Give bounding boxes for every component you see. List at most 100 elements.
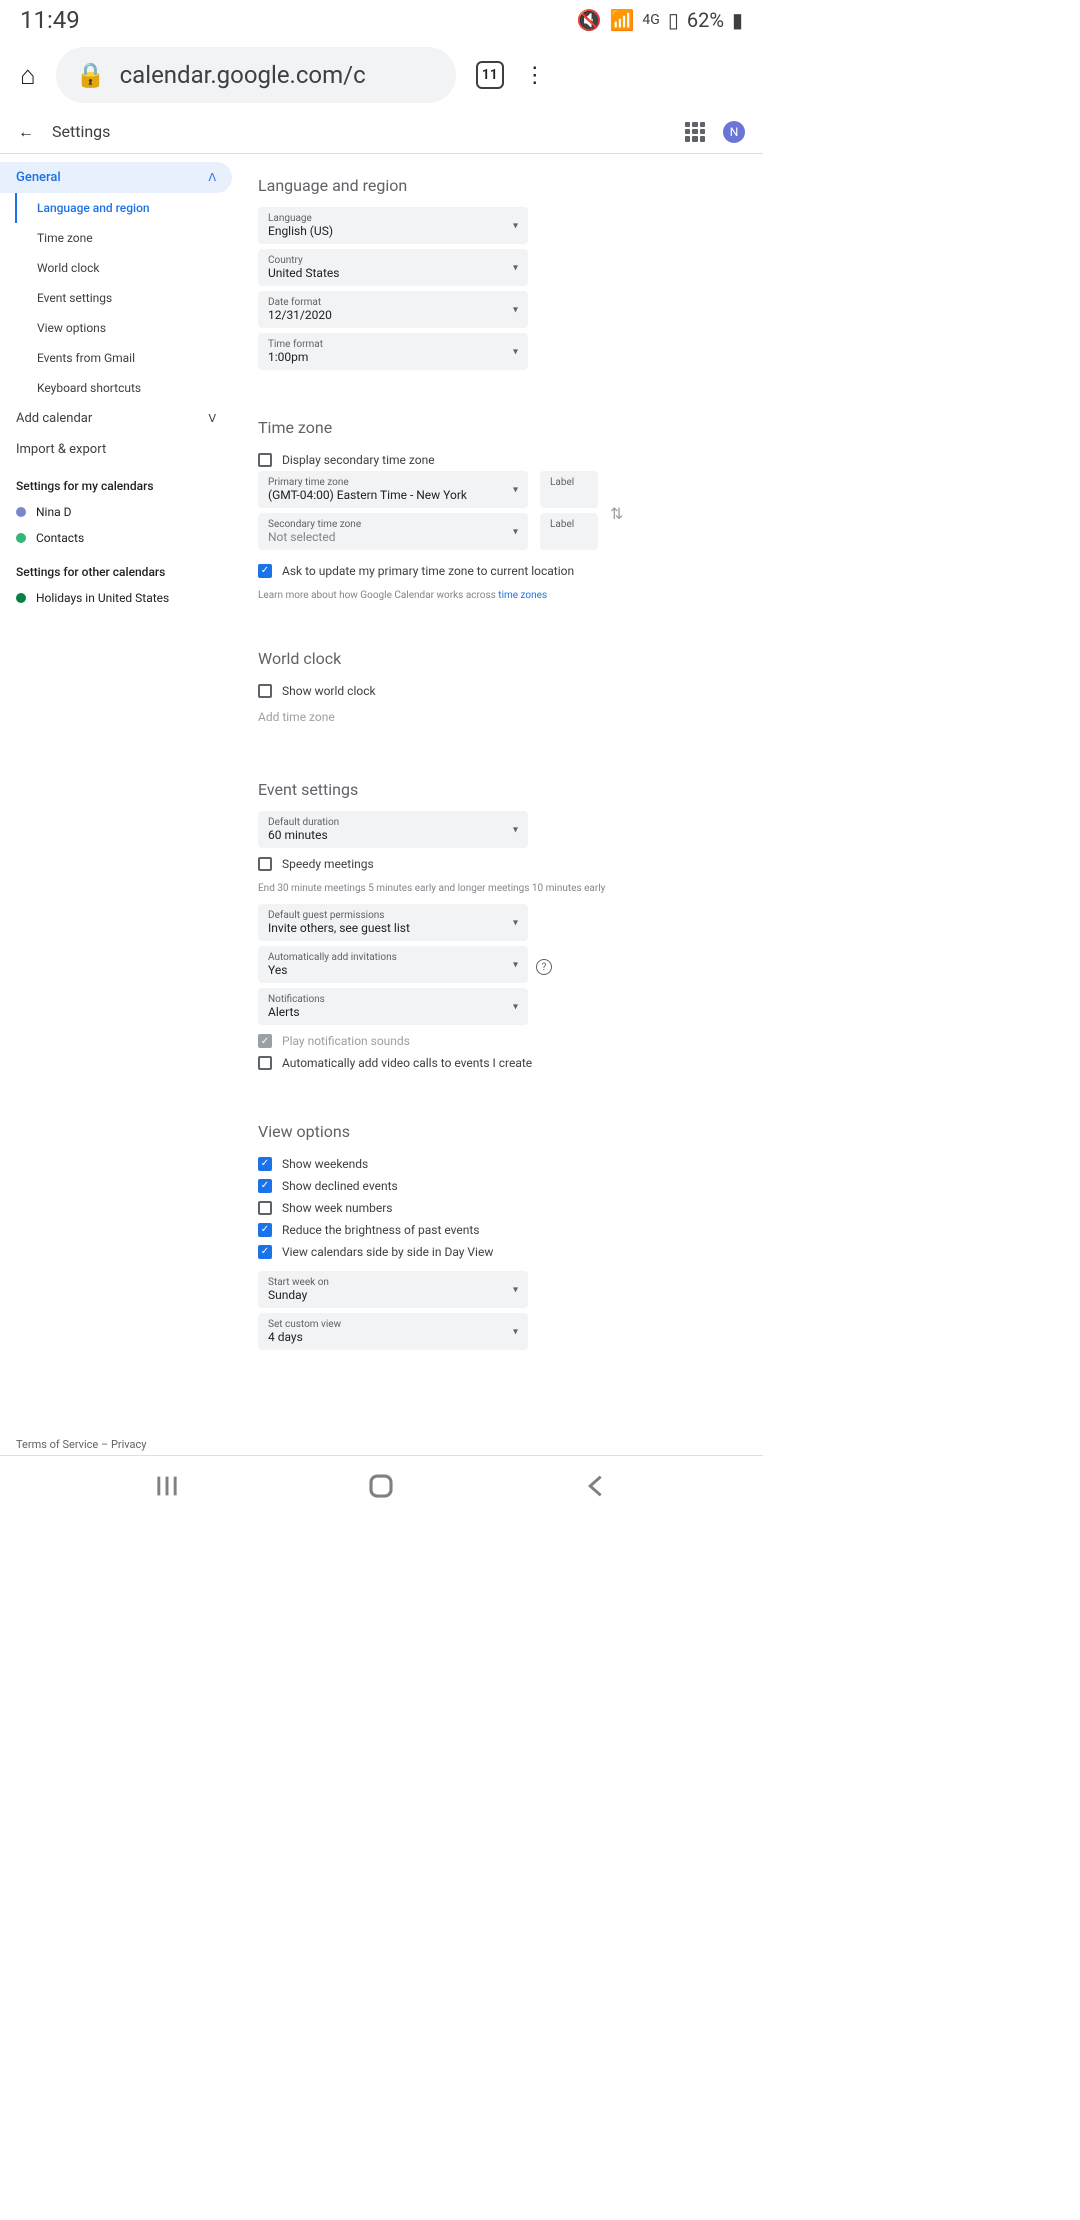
sidebar-calendar-nina[interactable]: Nina D: [0, 499, 232, 525]
sidebar-add-calendar[interactable]: Add calendar ᐯ: [0, 403, 232, 434]
battery-text: 62%: [687, 8, 724, 32]
section-world-clock: World clock: [258, 649, 743, 668]
section-language-region: Language and region: [258, 176, 743, 195]
checkbox-icon: ✓: [258, 1245, 272, 1259]
sidebar-import-export[interactable]: Import & export: [0, 434, 232, 465]
dropdown-arrow-icon: ▾: [513, 1001, 518, 1012]
language-dropdown[interactable]: Language English (US) ▾: [258, 207, 528, 244]
show-week-numbers-checkbox[interactable]: Show week numbers: [258, 1197, 743, 1219]
section-time-zone: Time zone: [258, 418, 743, 437]
tz-hint: Learn more about how Google Calendar wor…: [258, 590, 743, 601]
dropdown-arrow-icon: ▾: [513, 220, 518, 231]
checkbox-icon: [258, 453, 272, 467]
checkbox-icon: ✓: [258, 564, 272, 578]
android-nav-bar: [0, 1456, 763, 1516]
mute-icon: 🔇: [577, 8, 602, 32]
home-icon[interactable]: ⌂: [20, 60, 36, 91]
dropdown-arrow-icon: ▾: [513, 346, 518, 357]
side-by-side-checkbox[interactable]: ✓ View calendars side by side in Day Vie…: [258, 1241, 743, 1263]
sidebar-calendar-contacts[interactable]: Contacts: [0, 525, 232, 551]
android-status-bar: 11:49 🔇 📶 4G ▯ 62% ▮: [0, 0, 763, 40]
calendar-color-dot: [16, 593, 26, 603]
privacy-link[interactable]: Privacy: [111, 1438, 147, 1451]
speedy-meetings-checkbox[interactable]: Speedy meetings: [258, 853, 743, 875]
sidebar-general[interactable]: General ᐱ: [0, 162, 232, 193]
speedy-hint: End 30 minute meetings 5 minutes early a…: [258, 883, 743, 894]
tz-hint-link[interactable]: time zones: [498, 590, 547, 601]
dropdown-arrow-icon: ▾: [513, 1284, 518, 1295]
status-time: 11:49: [20, 6, 80, 34]
primary-tz-dropdown[interactable]: Primary time zone (GMT-04:00) Eastern Ti…: [258, 471, 528, 508]
sidebar-general-subitems: Language and region Time zone World cloc…: [17, 193, 232, 403]
sidebar-item-event-settings[interactable]: Event settings: [17, 283, 232, 313]
sidebar-item-time-zone[interactable]: Time zone: [17, 223, 232, 253]
checkbox-icon: ✓: [258, 1157, 272, 1171]
calendar-color-dot: [16, 507, 26, 517]
checkbox-icon: [258, 1056, 272, 1070]
dropdown-arrow-icon: ▾: [513, 304, 518, 315]
back-arrow-icon[interactable]: ←: [18, 122, 34, 142]
tos-link[interactable]: Terms of Service: [16, 1438, 98, 1451]
auto-video-checkbox[interactable]: Automatically add video calls to events …: [258, 1052, 743, 1074]
add-time-zone-link: Add time zone: [258, 702, 743, 732]
dropdown-arrow-icon: ▾: [513, 262, 518, 273]
tab-switcher[interactable]: 11: [476, 61, 504, 89]
play-sounds-checkbox: ✓ Play notification sounds: [258, 1030, 743, 1052]
dropdown-arrow-icon: ▾: [513, 917, 518, 928]
time-format-dropdown[interactable]: Time format 1:00pm ▾: [258, 333, 528, 370]
url-bar[interactable]: 🔒 calendar.google.com/c: [56, 47, 456, 103]
settings-content: Language and region Language English (US…: [240, 154, 763, 1455]
recents-icon[interactable]: [153, 1472, 181, 1500]
sidebar-item-keyboard-shortcuts[interactable]: Keyboard shortcuts: [17, 373, 232, 403]
apps-grid-icon[interactable]: [685, 122, 705, 142]
overflow-menu-icon[interactable]: ⋮: [524, 63, 546, 88]
sidebar-other-calendars-heading: Settings for other calendars: [0, 551, 232, 585]
sidebar-item-world-clock[interactable]: World clock: [17, 253, 232, 283]
sidebar-item-view-options[interactable]: View options: [17, 313, 232, 343]
dropdown-arrow-icon: ▾: [513, 526, 518, 537]
default-duration-dropdown[interactable]: Default duration 60 minutes ▾: [258, 811, 528, 848]
swap-icon[interactable]: ⇅: [610, 504, 623, 523]
show-declined-checkbox[interactable]: ✓ Show declined events: [258, 1175, 743, 1197]
secondary-tz-dropdown: Secondary time zone Not selected ▾: [258, 513, 528, 550]
battery-icon: ▮: [732, 8, 743, 32]
country-dropdown[interactable]: Country United States ▾: [258, 249, 528, 286]
sidebar-calendar-holidays[interactable]: Holidays in United States: [0, 585, 232, 611]
custom-view-dropdown[interactable]: Set custom view 4 days ▾: [258, 1313, 528, 1350]
help-icon[interactable]: ?: [536, 959, 552, 975]
start-week-dropdown[interactable]: Start week on Sunday ▾: [258, 1271, 528, 1308]
back-nav-icon[interactable]: [582, 1472, 610, 1500]
dropdown-arrow-icon: ▾: [513, 484, 518, 495]
guest-permissions-dropdown[interactable]: Default guest permissions Invite others,…: [258, 904, 528, 941]
section-event-settings: Event settings: [258, 780, 743, 799]
main-area: General ᐱ Language and region Time zone …: [0, 154, 763, 1456]
auto-add-invitations-dropdown[interactable]: Automatically add invitations Yes ▾: [258, 946, 528, 983]
url-text: calendar.google.com/c: [120, 61, 366, 89]
calendar-color-dot: [16, 533, 26, 543]
secondary-tz-checkbox[interactable]: Display secondary time zone: [258, 449, 743, 471]
checkbox-icon: [258, 1201, 272, 1215]
chevron-up-icon: ᐱ: [208, 171, 216, 184]
sidebar-my-calendars-heading: Settings for my calendars: [0, 465, 232, 499]
show-weekends-checkbox[interactable]: ✓ Show weekends: [258, 1153, 743, 1175]
date-format-dropdown[interactable]: Date format 12/31/2020 ▾: [258, 291, 528, 328]
reduce-brightness-checkbox[interactable]: ✓ Reduce the brightness of past events: [258, 1219, 743, 1241]
page-title: Settings: [52, 122, 110, 141]
chevron-down-icon: ᐯ: [208, 412, 216, 425]
sidebar-item-language-region[interactable]: Language and region: [15, 193, 232, 223]
dropdown-arrow-icon: ▾: [513, 959, 518, 970]
section-view-options: View options: [258, 1122, 743, 1141]
ask-update-tz-checkbox[interactable]: ✓ Ask to update my primary time zone to …: [258, 560, 743, 582]
home-nav-icon[interactable]: [366, 1471, 396, 1501]
avatar[interactable]: N: [723, 121, 745, 143]
browser-toolbar: ⌂ 🔒 calendar.google.com/c 11 ⋮: [0, 40, 763, 110]
notifications-dropdown[interactable]: Notifications Alerts ▾: [258, 988, 528, 1025]
status-icons: 🔇 📶 4G ▯ 62% ▮: [577, 8, 743, 32]
app-header: ← Settings N: [0, 110, 763, 154]
secondary-tz-label-input: Label: [540, 513, 598, 550]
primary-tz-label-input[interactable]: Label: [540, 471, 598, 508]
checkbox-icon: [258, 684, 272, 698]
dropdown-arrow-icon: ▾: [513, 1326, 518, 1337]
sidebar-item-events-from-gmail[interactable]: Events from Gmail: [17, 343, 232, 373]
show-world-clock-checkbox[interactable]: Show world clock: [258, 680, 743, 702]
